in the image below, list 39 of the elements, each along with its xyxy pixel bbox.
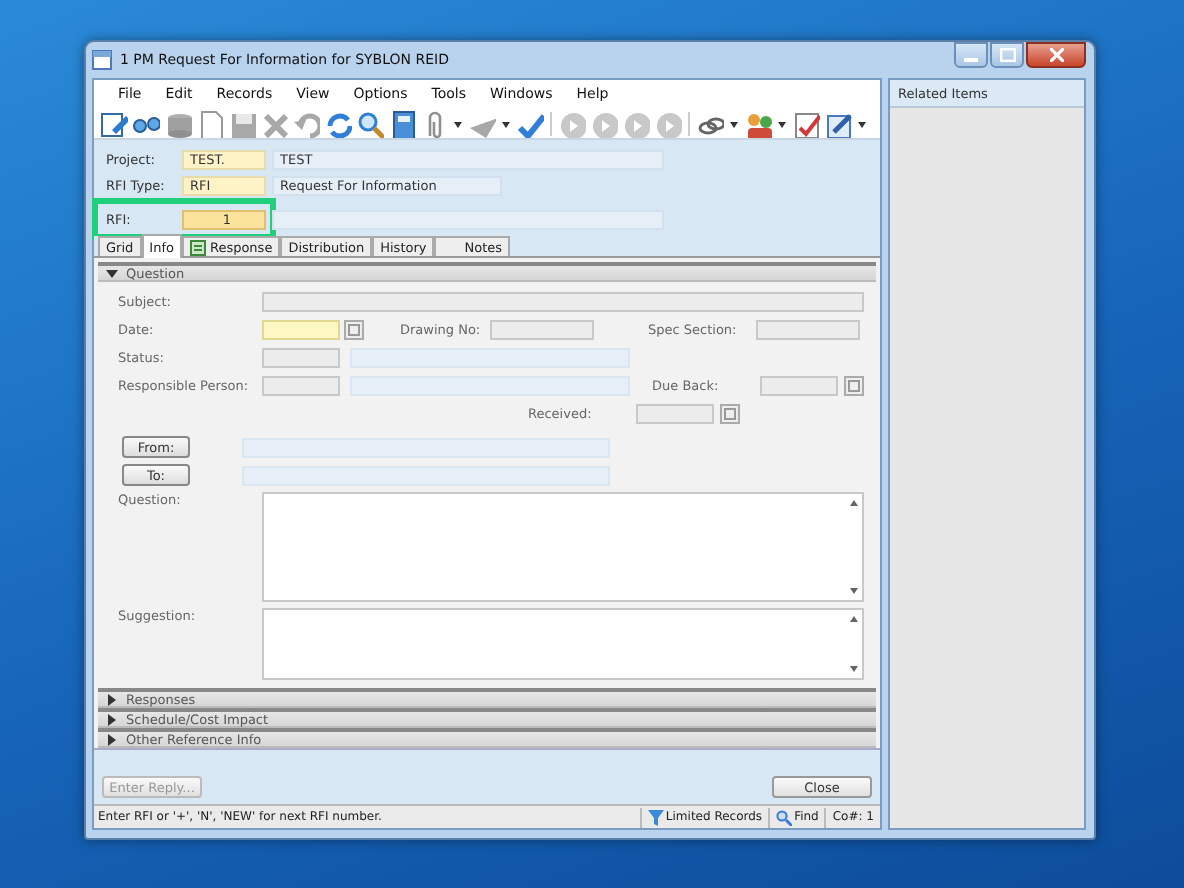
caret-icon[interactable] <box>452 117 464 129</box>
scroll-up-icon[interactable] <box>850 616 858 622</box>
input-field[interactable] <box>490 319 594 339</box>
scroll-down-icon[interactable] <box>850 588 858 594</box>
caret-icon[interactable] <box>776 117 788 129</box>
people-icon[interactable] <box>744 109 772 137</box>
refresh-icon[interactable] <box>324 109 352 137</box>
delete-icon[interactable] <box>260 109 288 137</box>
input-field[interactable] <box>262 375 340 395</box>
maximize-button[interactable] <box>990 42 1024 68</box>
caret-icon[interactable] <box>856 117 868 129</box>
sheet-icon <box>189 239 206 255</box>
scroll-up-icon[interactable] <box>850 500 858 506</box>
pencil-icon[interactable] <box>824 109 852 137</box>
filter-icon <box>647 809 664 825</box>
maximize-icon <box>999 48 1015 62</box>
caret-icon[interactable] <box>728 117 740 129</box>
checklist-icon[interactable] <box>792 109 820 137</box>
search-icon[interactable] <box>776 809 793 825</box>
scroll-down-icon[interactable] <box>850 666 858 672</box>
input-field[interactable] <box>756 319 860 339</box>
close-icon <box>1049 48 1063 62</box>
expanded-triangle-icon <box>106 267 118 279</box>
caret-icon[interactable] <box>500 117 512 129</box>
input-field[interactable] <box>636 403 714 423</box>
input-field[interactable] <box>760 375 838 395</box>
close-window-button[interactable] <box>1026 42 1086 68</box>
window-icon <box>92 50 112 70</box>
edit-icon[interactable] <box>100 109 128 137</box>
spellcheck-icon[interactable] <box>516 109 544 137</box>
input-field[interactable] <box>262 347 340 367</box>
input-field[interactable] <box>262 291 864 311</box>
database-icon[interactable] <box>164 109 192 137</box>
minimize-button[interactable] <box>954 42 988 68</box>
search-icon[interactable] <box>356 109 384 137</box>
undo-icon[interactable] <box>292 109 320 137</box>
input-field[interactable] <box>262 319 340 339</box>
next-icon[interactable] <box>622 109 650 137</box>
save-icon[interactable] <box>228 109 256 137</box>
